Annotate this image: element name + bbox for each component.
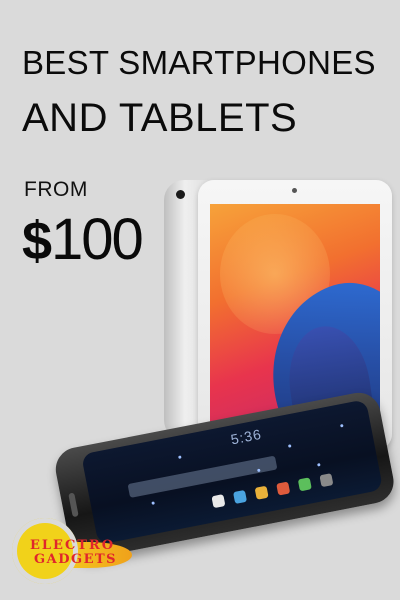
app-icon	[276, 481, 291, 496]
promo-poster: BEST SMARTPHONES AND TABLETS FROM $100 5…	[0, 0, 400, 600]
logo-text-line-1: ELECTRO	[30, 538, 116, 553]
app-icon	[319, 473, 334, 488]
price-amount: $100	[22, 206, 144, 273]
logo-text-line-2: GADGETS	[34, 552, 118, 567]
app-icon	[232, 489, 248, 504]
front-camera-icon	[292, 188, 297, 193]
app-icon	[211, 494, 226, 509]
electro-gadgets-logo: ELECTRO GADGETS	[6, 512, 132, 594]
headline-line-1: BEST SMARTPHONES	[22, 44, 376, 81]
rear-camera-icon	[176, 190, 185, 199]
app-icon	[297, 477, 312, 492]
price-value: 100	[51, 207, 144, 272]
app-icon	[254, 485, 269, 500]
phone-clock: 5:36	[229, 425, 264, 448]
price-from-label: FROM	[24, 178, 88, 201]
headline-line-2: AND TABLETS	[22, 96, 298, 140]
price-currency: $	[22, 211, 52, 271]
